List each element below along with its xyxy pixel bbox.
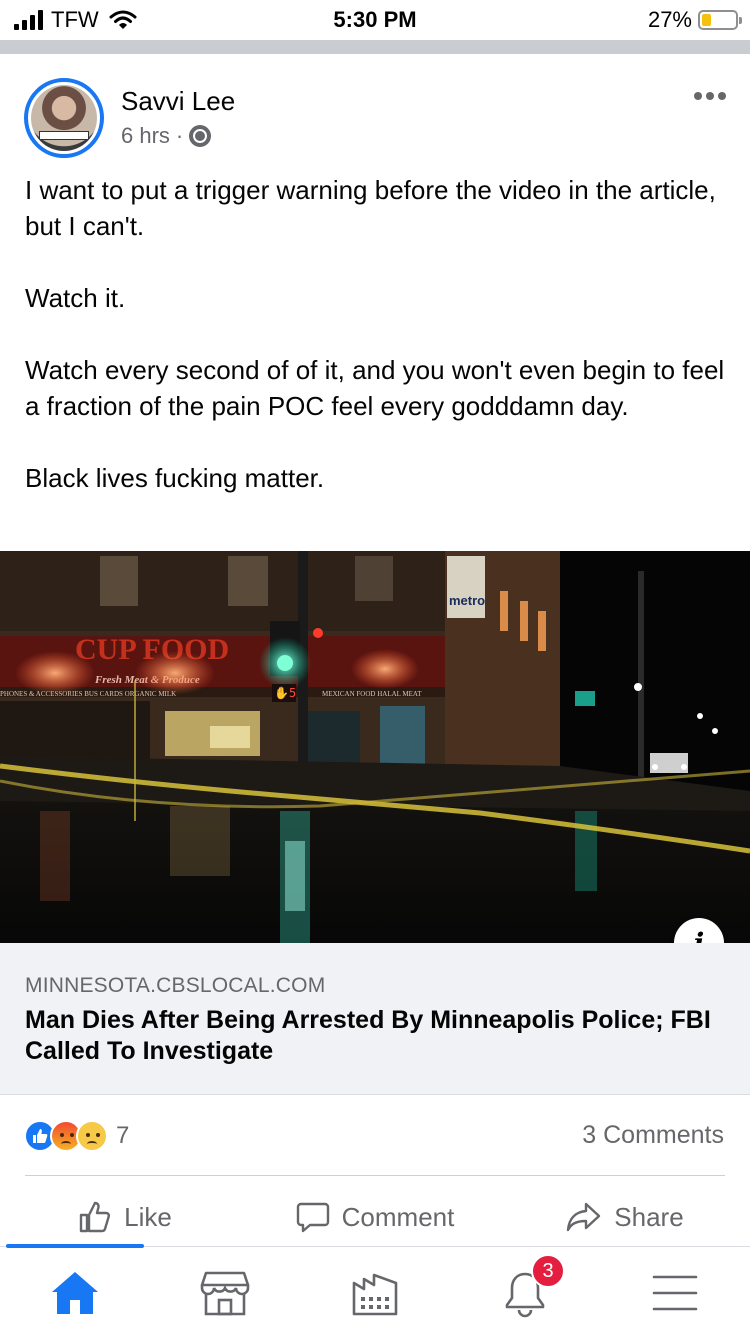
share-button[interactable]: Share — [500, 1188, 750, 1246]
comment-button[interactable]: Comment — [250, 1188, 500, 1246]
tab-home[interactable] — [0, 1258, 150, 1328]
post-body: I want to put a trigger warning before t… — [25, 172, 730, 532]
post-actions: Like Comment Share — [0, 1188, 750, 1246]
menu-icon — [652, 1275, 698, 1311]
share-arrow-icon — [567, 1202, 601, 1232]
tab-menu[interactable] — [600, 1258, 750, 1328]
avatar-caption — [39, 131, 89, 140]
link-title[interactable]: Man Dies After Being Arrested By Minneap… — [25, 1005, 725, 1067]
battery-icon — [698, 10, 742, 30]
active-tab-indicator — [6, 1244, 144, 1248]
profile-photo — [31, 85, 97, 151]
post-paragraph: Watch it. — [25, 283, 126, 313]
status-bar: TFW 5:30 PM 27% — [0, 0, 750, 40]
street-scene-image: metro CUP FOOD Fresh Meat & Produce PHON… — [0, 551, 750, 943]
tab-notifications[interactable] — [450, 1258, 600, 1328]
right-window-sign: MEXICAN FOOD HALAL MEAT — [322, 690, 422, 698]
action-divider — [25, 1175, 725, 1176]
share-label: Share — [614, 1201, 684, 1232]
pages-icon — [352, 1273, 398, 1316]
reaction-count: 7 — [116, 1122, 130, 1149]
reactions-summary[interactable]: 7 — [24, 1120, 129, 1152]
thumbs-up-icon — [33, 1129, 48, 1143]
link-domain[interactable]: MINNESOTA.CBSLOCAL.COM — [25, 974, 325, 998]
post-paragraph: I want to put a trigger warning before t… — [25, 175, 716, 241]
metro-sign: metro — [449, 593, 485, 608]
post-author-name[interactable]: Savvi Lee — [121, 86, 235, 117]
thumbs-up-icon — [79, 1201, 111, 1233]
tab-pages[interactable] — [300, 1258, 450, 1328]
notifications-badge: 3 — [531, 1254, 565, 1288]
more-options-icon[interactable] — [694, 92, 726, 100]
post-paragraph: Black lives fucking matter. — [25, 463, 325, 493]
pedestrian-signal: ✋5 — [274, 686, 296, 700]
globe-icon — [189, 125, 212, 147]
post-meta: 6 hrs · — [121, 123, 212, 149]
meta-separator: · — [175, 123, 184, 148]
tab-marketplace[interactable] — [150, 1258, 300, 1328]
avatar[interactable] — [24, 78, 104, 158]
like-button[interactable]: Like — [0, 1188, 250, 1246]
battery-percent: 27% — [647, 7, 692, 32]
comments-count-link[interactable]: 3 Comments — [582, 1121, 724, 1150]
sad-reaction-icon — [76, 1120, 108, 1152]
status-time: 5:30 PM — [333, 7, 417, 32]
like-label: Like — [124, 1201, 172, 1232]
comment-label: Comment — [341, 1201, 455, 1232]
status-right: 27% — [647, 7, 742, 33]
comment-icon — [296, 1202, 329, 1233]
marketplace-icon — [200, 1271, 250, 1316]
feed-divider — [0, 40, 750, 54]
post-time[interactable]: 6 hrs — [121, 123, 170, 149]
left-window-sign: PHONES & ACCESSORIES BUS CARDS ORGANIC M… — [0, 690, 176, 698]
link-preview-image[interactable]: metro CUP FOOD Fresh Meat & Produce PHON… — [0, 551, 750, 943]
post-paragraph: Watch every second of of it, and you won… — [25, 355, 725, 421]
home-icon — [52, 1272, 98, 1314]
